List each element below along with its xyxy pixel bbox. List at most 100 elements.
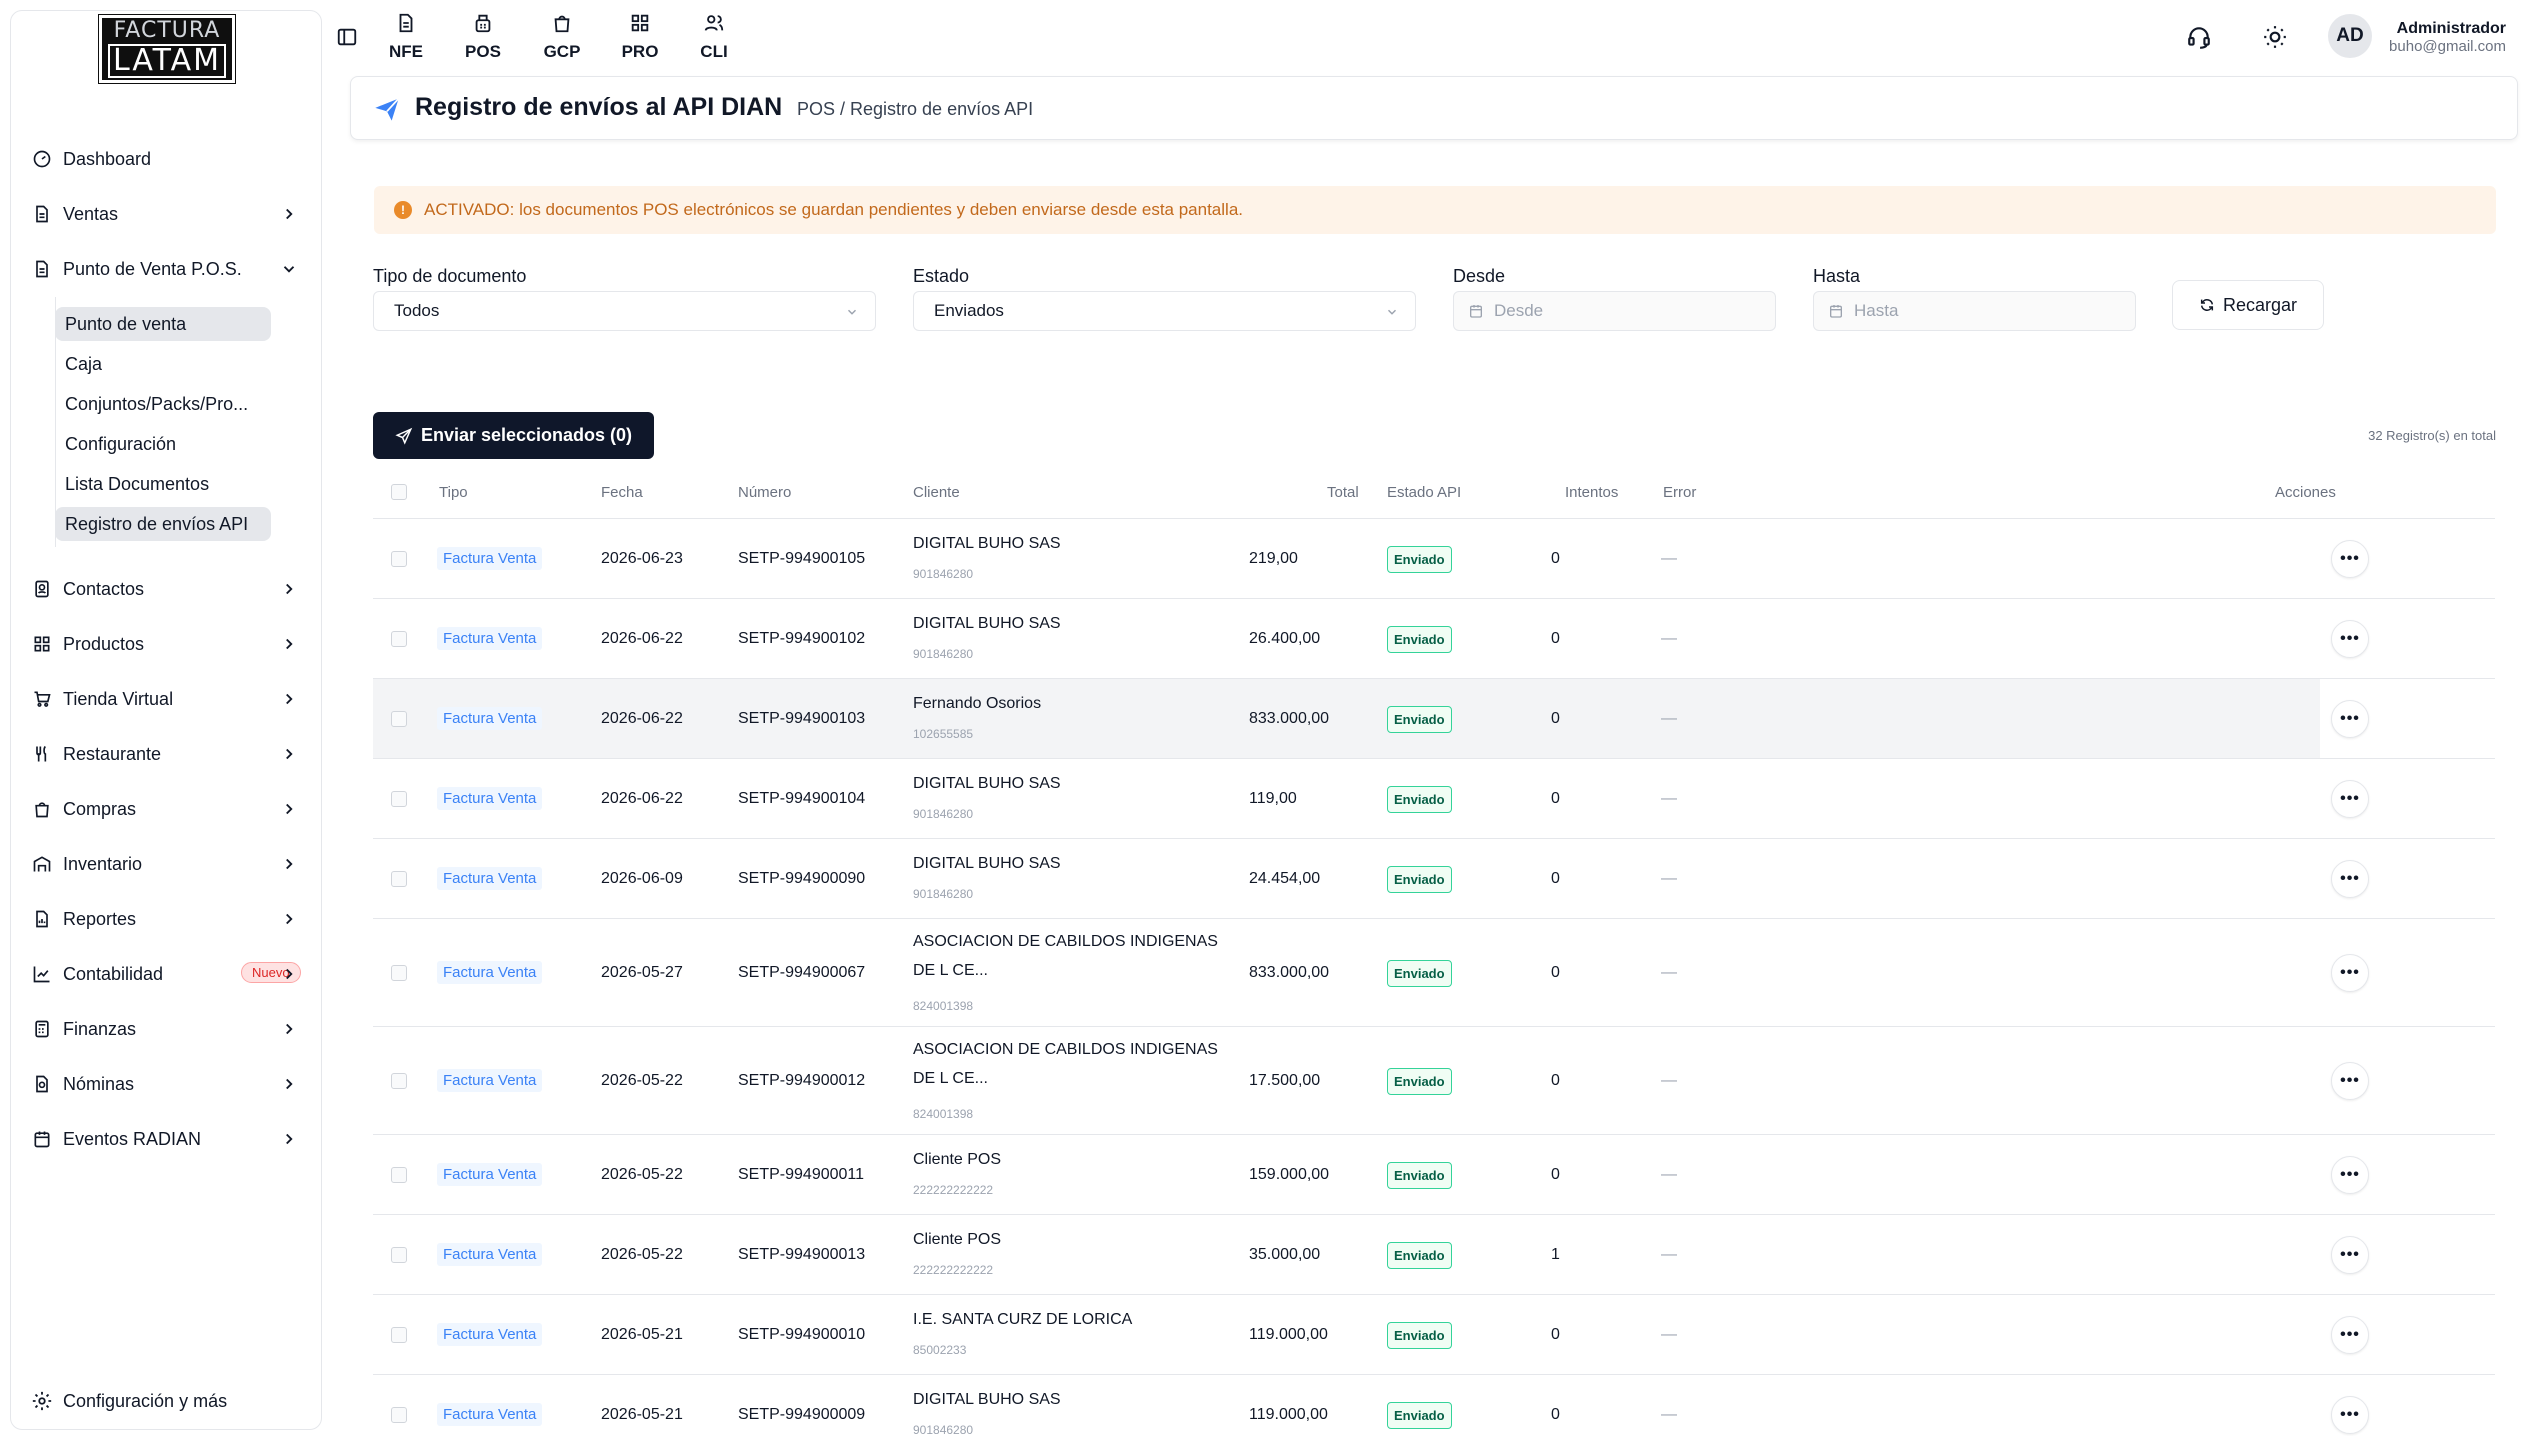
status-badge: Enviado — [1387, 866, 1452, 893]
sidebar-settings-label: Configuración y más — [63, 1390, 228, 1411]
cell-cliente-nit: 85002233 — [913, 1343, 967, 1357]
sidebar-settings[interactable]: Configuración y más — [31, 1383, 315, 1419]
module-cli[interactable]: CLI — [684, 12, 744, 62]
sidebar-item-inventario[interactable]: Inventario — [31, 846, 315, 882]
module-gcp[interactable]: GCP — [532, 12, 592, 62]
avatar[interactable]: AD — [2328, 14, 2372, 58]
sidebar-item-productos[interactable]: Productos — [31, 626, 315, 662]
estado-select[interactable]: Enviados — [913, 291, 1416, 331]
user-name: Administrador — [2396, 20, 2506, 37]
table-row[interactable]: Factura Venta 2026-05-22 SETP-994900011 Cli… — [373, 1134, 2495, 1214]
module-pos[interactable]: POS — [453, 12, 513, 62]
table-row[interactable]: Factura Venta 2026-05-21 SETP-994900010 I.E… — [373, 1294, 2495, 1374]
row-checkbox[interactable] — [391, 1073, 407, 1089]
row-actions-button[interactable]: ••• — [2331, 1236, 2369, 1274]
send-selected-button[interactable]: Enviar seleccionados (0) — [373, 412, 654, 459]
module-label: NFE — [389, 42, 423, 61]
sidebar-subitem-lista-documentos[interactable]: Lista Documentos — [55, 467, 271, 501]
row-checkbox[interactable] — [391, 631, 407, 647]
logo-line2: LATAM — [108, 44, 226, 78]
desde-date-input[interactable]: Desde — [1453, 291, 1776, 331]
table-row[interactable]: Factura Venta 2026-06-09 SETP-994900090 DIG… — [373, 838, 2495, 918]
sidebar-item-label: Compras — [63, 798, 137, 819]
sidebar-item-finanzas[interactable]: Finanzas — [31, 1011, 315, 1047]
module-pro[interactable]: PRO — [610, 12, 670, 62]
row-actions-button[interactable]: ••• — [2331, 1396, 2369, 1434]
row-actions-button[interactable]: ••• — [2331, 780, 2369, 818]
select-all-checkbox[interactable] — [391, 484, 407, 500]
sidebar-item-compras[interactable]: Compras — [31, 791, 315, 827]
cell-intentos: 0 — [1551, 790, 1560, 807]
row-checkbox[interactable] — [391, 965, 407, 981]
cell-numero: SETP-994900011 — [738, 1166, 865, 1183]
row-actions-button[interactable]: ••• — [2331, 620, 2369, 658]
row-actions-button[interactable]: ••• — [2331, 540, 2369, 578]
sun-icon[interactable] — [2262, 24, 2288, 50]
row-checkbox[interactable] — [391, 711, 407, 727]
chevron-right-icon — [279, 854, 299, 874]
sidebar-subitem-registro-envios-api[interactable]: Registro de envíos API — [55, 507, 271, 541]
row-checkbox[interactable] — [391, 1167, 407, 1183]
module-nfe[interactable]: NFE — [376, 12, 436, 62]
sidebar-subitem-punto-de-venta[interactable]: Punto de venta — [55, 307, 271, 341]
tipo-documento-select[interactable]: Todos — [373, 291, 876, 331]
table-row[interactable]: Factura Venta 2026-06-22 SETP-994900103 Fer… — [373, 678, 2495, 758]
sidebar-item-reportes[interactable]: Reportes — [31, 901, 315, 937]
table-row[interactable]: Factura Venta 2026-05-22 SETP-994900013 Cli… — [373, 1214, 2495, 1294]
sidebar-item-contactos[interactable]: Contactos — [31, 571, 315, 607]
cell-cliente: Fernando Osorios — [913, 695, 1042, 712]
row-checkbox[interactable] — [391, 551, 407, 567]
row-checkbox[interactable] — [391, 1407, 407, 1423]
date-placeholder: Hasta — [1854, 301, 1899, 320]
sidebar-item-nominas[interactable]: Nóminas — [31, 1066, 315, 1102]
hasta-date-input[interactable]: Hasta — [1813, 291, 2136, 331]
cell-intentos: 0 — [1551, 1072, 1560, 1089]
row-actions-button[interactable]: ••• — [2331, 954, 2369, 992]
sidebar-item-tienda-virtual[interactable]: Tienda Virtual — [31, 681, 315, 717]
row-checkbox[interactable] — [391, 1327, 407, 1343]
document-icon — [31, 203, 53, 225]
payroll-icon — [31, 1073, 53, 1095]
document-icon — [31, 258, 53, 280]
table-row[interactable]: Factura Venta 2026-05-21 SETP-994900009 DIG… — [373, 1374, 2495, 1436]
cell-cliente-nit: 901846280 — [913, 887, 974, 901]
table-row[interactable]: Factura Venta 2026-05-27 SETP-994900067 ASO… — [373, 918, 2495, 1026]
factura-latam-logo[interactable]: FACTURA LATAM — [98, 14, 236, 84]
row-actions-button[interactable]: ••• — [2331, 1156, 2369, 1194]
row-checkbox[interactable] — [391, 871, 407, 887]
select-value: Todos — [394, 301, 440, 320]
col-estado-api: Estado API — [1387, 484, 1462, 501]
sidebar-item-restaurante[interactable]: Restaurante — [31, 736, 315, 772]
sidebar-item-contabilidad[interactable]: Contabilidad Nuevo — [31, 956, 315, 992]
sidebar-item-punto-de-venta[interactable]: Punto de Venta P.O.S. — [31, 251, 315, 287]
row-actions-button[interactable]: ••• — [2331, 1062, 2369, 1100]
cell-error: — — [1661, 710, 1677, 727]
row-checkbox[interactable] — [391, 1247, 407, 1263]
table-row[interactable]: Factura Venta 2026-06-23 SETP-994900105 DIG… — [373, 518, 2495, 598]
table-row[interactable]: Factura Venta 2026-06-22 SETP-994900102 DIG… — [373, 598, 2495, 678]
row-actions-button[interactable]: ••• — [2331, 700, 2369, 738]
sidebar-subitem-conjuntos[interactable]: Conjuntos/Packs/Pro... — [55, 387, 271, 421]
cell-intentos: 1 — [1551, 1246, 1560, 1263]
row-actions-button[interactable]: ••• — [2331, 1316, 2369, 1354]
chevron-right-icon — [279, 204, 299, 224]
sidebar-item-ventas[interactable]: Ventas — [31, 196, 315, 232]
row-actions-button[interactable]: ••• — [2331, 860, 2369, 898]
sidebar-subitem-caja[interactable]: Caja — [55, 347, 271, 381]
headset-icon[interactable] — [2186, 24, 2212, 50]
cart-icon — [31, 688, 53, 710]
sidebar-subitem-configuracion[interactable]: Configuración — [55, 427, 271, 461]
row-checkbox[interactable] — [391, 791, 407, 807]
records-total: 32 Registro(s) en total — [2368, 428, 2496, 443]
sidebar-item-label: Finanzas — [63, 1018, 137, 1039]
sidebar-item-label: Contabilidad — [63, 963, 164, 984]
reload-button[interactable]: Recargar — [2172, 280, 2324, 330]
sidebar-toggle-icon[interactable] — [336, 26, 358, 48]
table-row[interactable]: Factura Venta 2026-06-22 SETP-994900104 DIG… — [373, 758, 2495, 838]
sidebar-item-dashboard[interactable]: Dashboard — [31, 141, 315, 177]
sidebar-item-eventos-radian[interactable]: Eventos RADIAN — [31, 1121, 315, 1157]
table-row[interactable]: Factura Venta 2026-05-22 SETP-994900012 ASO… — [373, 1026, 2495, 1134]
more-icon: ••• — [2340, 870, 2360, 887]
cell-numero: SETP-994900012 — [738, 1072, 866, 1089]
more-icon: ••• — [2340, 710, 2360, 727]
